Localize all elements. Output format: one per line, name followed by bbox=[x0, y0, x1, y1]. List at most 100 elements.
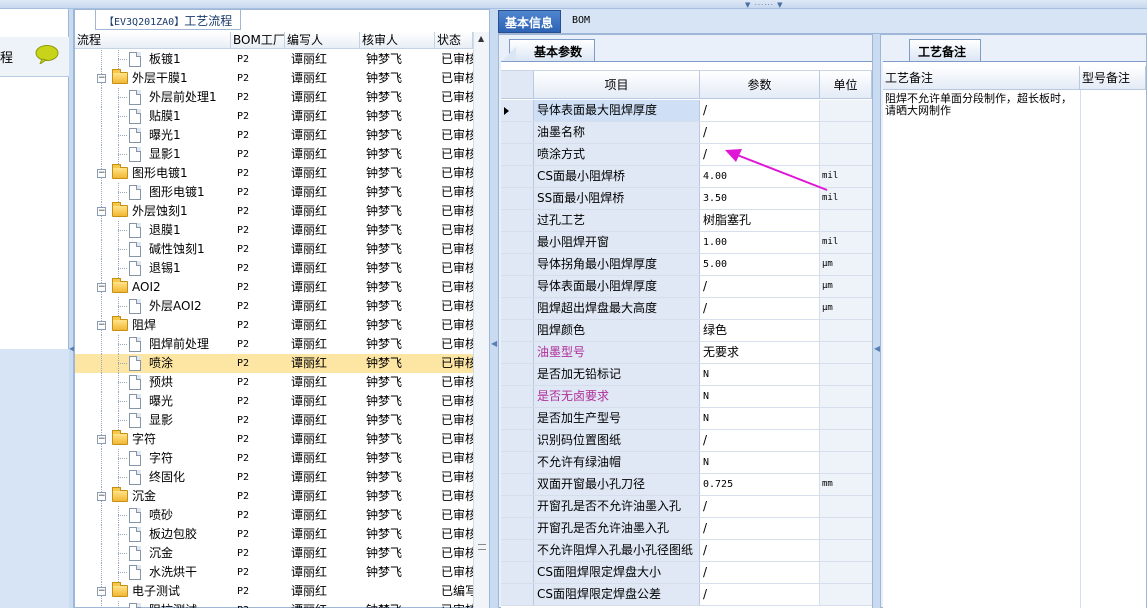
tree-node[interactable]: 阻焊前处理 bbox=[75, 335, 231, 354]
tree-row[interactable]: 阻焊前处理 P2 谭丽红 钟梦飞 已审核 bbox=[75, 335, 473, 354]
collapse-icon[interactable]: − bbox=[97, 207, 106, 216]
row-selector[interactable] bbox=[501, 254, 534, 275]
collapse-icon[interactable]: − bbox=[97, 435, 106, 444]
column-header-model-remark[interactable]: 型号备注 bbox=[1080, 66, 1146, 89]
tree-row[interactable]: − 字符 P2 谭丽红 钟梦飞 已审核 bbox=[75, 430, 473, 449]
param-value-field[interactable]: / bbox=[700, 100, 820, 121]
scroll-up-icon[interactable]: ▲ bbox=[478, 34, 484, 43]
collapse-icon[interactable]: − bbox=[97, 587, 106, 596]
param-value-field[interactable]: N bbox=[700, 408, 820, 429]
scrollbar-grip[interactable] bbox=[478, 544, 486, 550]
tree-node[interactable]: 碱性蚀刻1 bbox=[75, 240, 231, 259]
param-row[interactable]: 最小阻焊开窗 1.00 mil bbox=[501, 232, 872, 254]
tree-node[interactable]: 贴膜1 bbox=[75, 107, 231, 126]
param-row[interactable]: 过孔工艺 树脂塞孔 bbox=[501, 210, 872, 232]
tree-row[interactable]: 曝光1 P2 谭丽红 钟梦飞 已审核 bbox=[75, 126, 473, 145]
collapse-icon[interactable]: − bbox=[97, 74, 106, 83]
param-row[interactable]: CS面阻焊限定焊盘大小 / bbox=[501, 562, 872, 584]
param-value-field[interactable]: / bbox=[700, 562, 820, 583]
tree-row[interactable]: 曝光 P2 谭丽红 钟梦飞 已审核 bbox=[75, 392, 473, 411]
tree-row[interactable]: − 阻焊 P2 谭丽红 钟梦飞 已审核 bbox=[75, 316, 473, 335]
row-selector[interactable] bbox=[501, 408, 534, 429]
param-value-field[interactable]: 0.725 bbox=[700, 474, 820, 495]
tree-row[interactable]: 字符 P2 谭丽红 钟梦飞 已审核 bbox=[75, 449, 473, 468]
param-value-field[interactable]: / bbox=[700, 122, 820, 143]
param-value-field[interactable]: / bbox=[700, 276, 820, 297]
param-row[interactable]: 不允许阻焊入孔最小孔径图纸 / bbox=[501, 540, 872, 562]
tree-node[interactable]: 退锡1 bbox=[75, 259, 231, 278]
tree-row[interactable]: − 外层干膜1 P2 谭丽红 钟梦飞 已审核 bbox=[75, 69, 473, 88]
param-row[interactable]: 双面开窗最小孔刀径 0.725 mm bbox=[501, 474, 872, 496]
row-selector[interactable] bbox=[501, 452, 534, 473]
column-header-flow[interactable]: 流程 bbox=[75, 32, 231, 48]
param-row[interactable]: 油墨型号 无要求 bbox=[501, 342, 872, 364]
tree-row[interactable]: − AOI2 P2 谭丽红 钟梦飞 已审核 bbox=[75, 278, 473, 297]
row-selector[interactable] bbox=[501, 540, 534, 561]
tree-node[interactable]: 板镀1 bbox=[75, 50, 231, 69]
collapse-icon[interactable]: − bbox=[97, 321, 106, 330]
tree-node[interactable]: 图形电镀1 bbox=[75, 183, 231, 202]
param-value-field[interactable]: / bbox=[700, 430, 820, 451]
row-selector[interactable] bbox=[501, 232, 534, 253]
tree-row[interactable]: 碱性蚀刻1 P2 谭丽红 钟梦飞 已审核 bbox=[75, 240, 473, 259]
collapse-icon[interactable]: − bbox=[97, 169, 106, 178]
chat-bubble-icon[interactable] bbox=[35, 45, 59, 64]
tree-node[interactable]: − 外层干膜1 bbox=[75, 69, 231, 88]
tree-row[interactable]: 阻抗测试 P2谭丽红钟梦飞已审核 bbox=[75, 601, 473, 608]
param-row[interactable]: 开窗孔是否允许油墨入孔 / bbox=[501, 518, 872, 540]
param-row[interactable]: 阻焊超出焊盘最大高度 / μm bbox=[501, 298, 872, 320]
row-selector[interactable] bbox=[501, 342, 534, 363]
top-splitter[interactable]: ▼ ······ ▼ bbox=[0, 0, 1147, 9]
column-header-author[interactable]: 编写人 bbox=[285, 32, 360, 48]
param-value-field[interactable]: 3.50 bbox=[700, 188, 820, 209]
param-value-field[interactable]: N bbox=[700, 364, 820, 385]
tree-node[interactable]: 曝光1 bbox=[75, 126, 231, 145]
tree-node[interactable]: − AOI2 bbox=[75, 278, 231, 297]
tree-node[interactable]: 显影1 bbox=[75, 145, 231, 164]
tree-node[interactable]: 外层AOI2 bbox=[75, 297, 231, 316]
tree-row[interactable]: 喷涂 P2 谭丽红 钟梦飞 已审核 bbox=[75, 354, 473, 373]
param-row[interactable]: 导体表面最小阻焊厚度 / μm bbox=[501, 276, 872, 298]
param-row[interactable]: 是否无卤要求 N bbox=[501, 386, 872, 408]
tree-row[interactable]: 外层AOI2 P2 谭丽红 钟梦飞 已审核 bbox=[75, 297, 473, 316]
tree-node[interactable]: 终固化 bbox=[75, 468, 231, 487]
column-header-item[interactable]: 项目 bbox=[534, 71, 700, 98]
column-header-reviewer[interactable]: 核审人 bbox=[360, 32, 435, 48]
tab-basic-info[interactable]: 基本信息 bbox=[498, 10, 561, 33]
param-value-field[interactable]: 5.00 bbox=[700, 254, 820, 275]
tree-row[interactable]: 喷砂 P2 谭丽红 钟梦飞 已审核 bbox=[75, 506, 473, 525]
tree-row[interactable]: 终固化 P2 谭丽红 钟梦飞 已审核 bbox=[75, 468, 473, 487]
param-row[interactable]: 油墨名称 / bbox=[501, 122, 872, 144]
param-value-field[interactable]: / bbox=[700, 144, 820, 165]
tree-node[interactable]: 曝光 bbox=[75, 392, 231, 411]
param-row[interactable]: 开窗孔是否不允许油墨入孔 / bbox=[501, 496, 872, 518]
param-value-field[interactable]: 无要求 bbox=[700, 342, 820, 363]
column-header-status[interactable]: 状态 bbox=[435, 32, 473, 48]
param-row[interactable]: 是否加无铅标记 N bbox=[501, 364, 872, 386]
row-selector[interactable] bbox=[501, 320, 534, 341]
process-remark-text[interactable]: 阻焊不允许单面分段制作，超长板时，请晒大网制作 bbox=[885, 93, 1075, 117]
tree-row[interactable]: − 外层蚀刻1 P2 谭丽红 钟梦飞 已审核 bbox=[75, 202, 473, 221]
row-selector[interactable] bbox=[501, 496, 534, 517]
tree-node[interactable]: 喷砂 bbox=[75, 506, 231, 525]
row-selector[interactable] bbox=[501, 430, 534, 451]
param-value-field[interactable]: 4.00 bbox=[700, 166, 820, 187]
row-selector[interactable] bbox=[501, 386, 534, 407]
param-row[interactable]: 喷涂方式 / bbox=[501, 144, 872, 166]
param-row[interactable]: SS面最小阻焊桥 3.50 mil bbox=[501, 188, 872, 210]
collapse-icon[interactable]: − bbox=[97, 283, 106, 292]
param-value-field[interactable]: 树脂塞孔 bbox=[700, 210, 820, 231]
param-value-field[interactable]: 绿色 bbox=[700, 320, 820, 341]
row-selector[interactable] bbox=[501, 144, 534, 165]
splitter-grip-icon[interactable]: ▼ ······ ▼ bbox=[745, 1, 784, 9]
tree-node[interactable]: − 外层蚀刻1 bbox=[75, 202, 231, 221]
tree-node[interactable]: 板边包胶 bbox=[75, 525, 231, 544]
row-selector[interactable] bbox=[501, 364, 534, 385]
tree-node[interactable]: 显影 bbox=[75, 411, 231, 430]
tree-node[interactable]: 预烘 bbox=[75, 373, 231, 392]
tree-row[interactable]: 沉金 P2 谭丽红 钟梦飞 已审核 bbox=[75, 544, 473, 563]
tree-row[interactable]: − 沉金 P2 谭丽红 钟梦飞 已审核 bbox=[75, 487, 473, 506]
tree-row[interactable]: − 电子测试 P2 谭丽红 已编写 bbox=[75, 582, 473, 601]
tree-node[interactable]: − 电子测试 bbox=[75, 582, 231, 601]
row-selector[interactable] bbox=[501, 562, 534, 583]
